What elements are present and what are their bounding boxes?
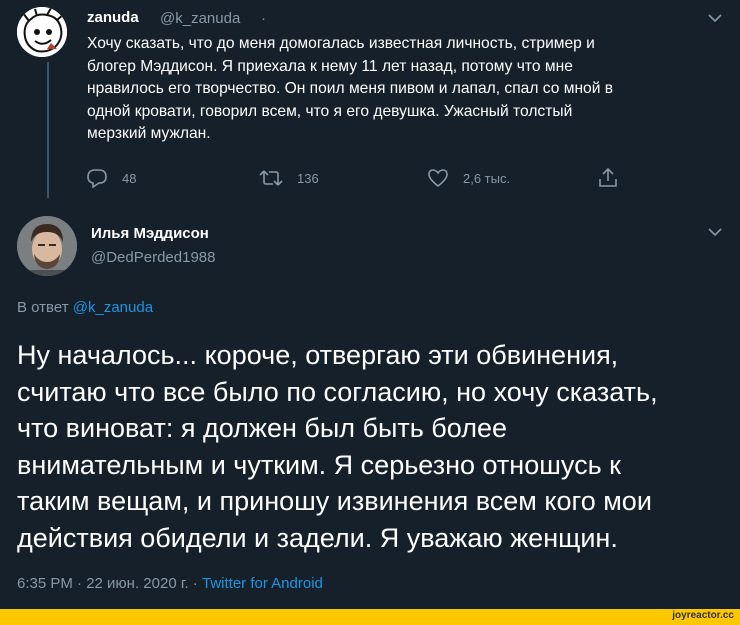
reply-text: Ну началось... короче, отвергаю эти обви…	[17, 340, 658, 553]
author-name[interactable]: zanuda	[87, 9, 139, 26]
profile-photo-icon	[17, 216, 77, 276]
author-name[interactable]: Илья Мэддисон	[91, 225, 209, 242]
author-handle[interactable]: @k_zanuda	[160, 10, 240, 27]
avatar[interactable]	[17, 216, 77, 276]
retweet-button[interactable]: 136	[259, 168, 319, 188]
like-count: 2,6 тыс.	[463, 170, 511, 186]
chevron-down-icon[interactable]	[708, 13, 722, 23]
share-icon	[599, 167, 617, 187]
like-button[interactable]: 2,6 тыс.	[427, 168, 510, 188]
retweet-icon	[259, 170, 283, 186]
thread-line	[47, 62, 49, 198]
tweet-meta: 6:35 PM · 22 июн. 2020 г. · Twitter for …	[17, 575, 323, 592]
reply-icon	[87, 169, 107, 188]
watermark: joyreactor.cc	[672, 610, 734, 621]
source-link[interactable]: Twitter for Android	[202, 575, 323, 592]
reply-count: 48	[122, 170, 137, 186]
heart-icon	[428, 169, 448, 188]
watermark-bar	[0, 609, 740, 625]
chevron-down-icon[interactable]	[708, 227, 722, 237]
reply-button[interactable]: 48	[86, 168, 136, 188]
reply-to-line: В ответ @k_zanuda	[17, 299, 153, 316]
share-button[interactable]	[597, 167, 619, 189]
author-handle[interactable]: @DedPerded1988	[91, 249, 215, 266]
cartoon-avatar-icon	[17, 7, 67, 57]
timestamp[interactable]: 6:35 PM · 22 июн. 2020 г. ·	[17, 575, 198, 592]
retweet-count: 136	[297, 170, 319, 186]
avatar[interactable]	[17, 7, 67, 57]
separator-dot: ·	[261, 10, 266, 27]
reply-to-label: В ответ	[17, 299, 69, 316]
reply-to-handle-link[interactable]: @k_zanuda	[73, 299, 153, 316]
tweet-text: Хочу сказать, что до меня домогалась изв…	[87, 35, 614, 142]
